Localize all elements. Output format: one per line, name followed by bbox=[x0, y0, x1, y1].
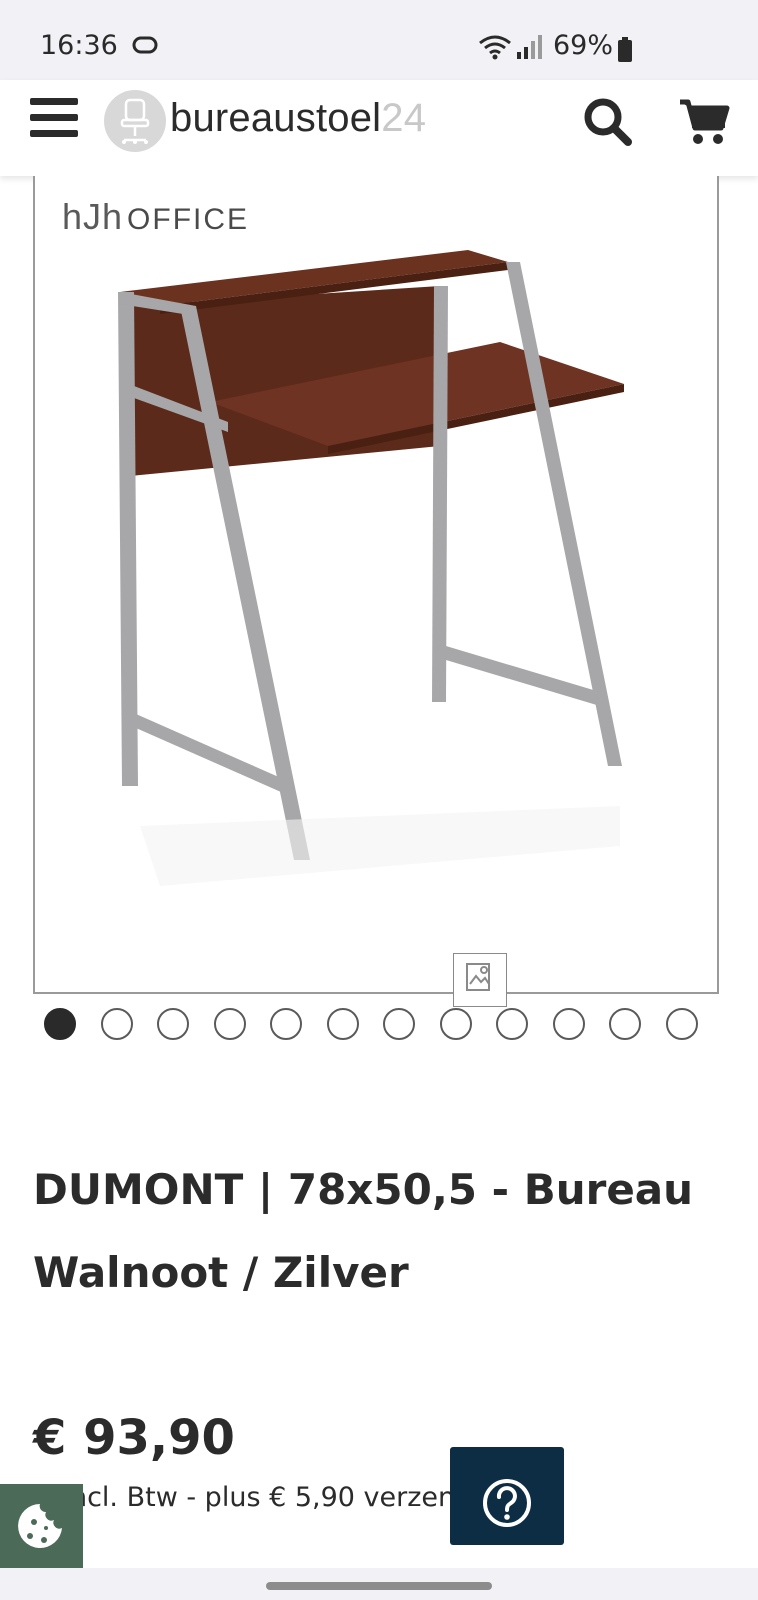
question-icon bbox=[483, 1479, 531, 1527]
help-button[interactable] bbox=[450, 1447, 564, 1545]
sync-icon bbox=[132, 36, 158, 54]
gallery-dot[interactable] bbox=[496, 1008, 528, 1040]
tax-shipping-note: Incl. Btw - plus € 5,90 verzendkosten bbox=[62, 1482, 452, 1513]
logo-text-number: 24 bbox=[381, 96, 427, 140]
logo-chair-icon[interactable] bbox=[104, 90, 166, 152]
gallery-dot[interactable] bbox=[383, 1008, 415, 1040]
gallery-dot[interactable] bbox=[665, 1008, 698, 1040]
gallery-dot[interactable] bbox=[100, 1008, 133, 1040]
search-icon[interactable] bbox=[582, 96, 634, 148]
gallery-dot[interactable] bbox=[270, 1008, 302, 1040]
gallery-dot[interactable] bbox=[213, 1008, 246, 1040]
product-price: € 93,90 bbox=[33, 1410, 235, 1466]
image-zoom-button[interactable] bbox=[453, 953, 507, 1007]
gallery-dot[interactable] bbox=[439, 1008, 472, 1040]
brand-logo: hJh OFFICE bbox=[62, 196, 249, 238]
gallery-dot[interactable] bbox=[609, 1008, 641, 1040]
chair-icon bbox=[120, 98, 150, 144]
logo-text-main: bureaustoel bbox=[170, 96, 382, 140]
brand-mark: hJh bbox=[62, 196, 124, 237]
image-zoom-icon bbox=[466, 963, 490, 991]
status-time: 16:36 bbox=[40, 30, 118, 61]
brand-office: OFFICE bbox=[127, 203, 250, 236]
gallery-dot[interactable] bbox=[552, 1008, 585, 1040]
hamburger-line bbox=[30, 114, 78, 121]
cookie-icon bbox=[18, 1504, 63, 1548]
gallery-dot[interactable] bbox=[157, 1008, 189, 1040]
wifi-icon bbox=[479, 35, 511, 60]
cart-icon[interactable] bbox=[678, 98, 730, 146]
cookie-settings-button[interactable] bbox=[0, 1484, 83, 1568]
site-logo[interactable]: bureaustoel24 bbox=[170, 96, 426, 141]
hamburger-icon bbox=[30, 98, 78, 105]
gallery-dots bbox=[44, 1008, 724, 1044]
hamburger-line bbox=[30, 130, 78, 137]
battery-percent: 69% bbox=[553, 30, 614, 61]
battery-icon bbox=[618, 37, 632, 62]
product-title: DUMONT | 78x50,5 - Bureau Walnoot / Zilv… bbox=[33, 1165, 694, 1297]
gallery-dot[interactable] bbox=[44, 1008, 76, 1040]
menu-button[interactable] bbox=[30, 98, 78, 142]
product-image bbox=[118, 250, 624, 886]
gallery-dot[interactable] bbox=[326, 1008, 359, 1040]
signal-icon bbox=[517, 35, 542, 59]
home-gesture-pill[interactable] bbox=[266, 1582, 492, 1590]
